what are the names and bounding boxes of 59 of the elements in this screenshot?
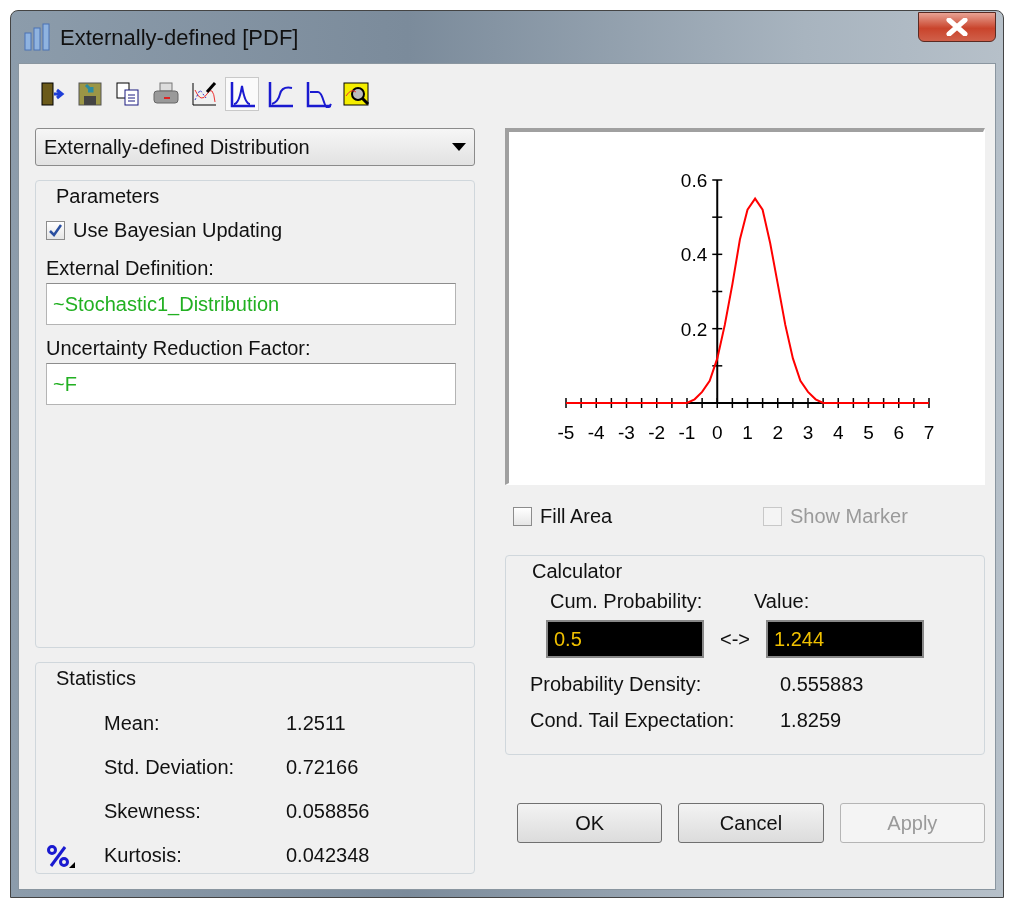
close-button[interactable] (918, 12, 996, 42)
tick-label: -1 (678, 422, 696, 443)
stat-value: 0.72166 (286, 755, 359, 780)
arrow-text: <-> (720, 627, 751, 652)
distribution-dropdown[interactable]: Externally-defined Distribution (35, 128, 475, 166)
tick-label: 2 (772, 422, 784, 443)
pdf-curve-icon (228, 80, 256, 108)
stat-label: Kurtosis: (104, 843, 183, 868)
dropdown-value: Externally-defined Distribution (44, 135, 310, 160)
value-field[interactable]: 1.244 (766, 620, 925, 658)
ccdf-curve-icon (304, 80, 332, 108)
tick-label: 6 (893, 422, 905, 443)
stat-label: Mean: (104, 711, 161, 736)
stat-label: Skewness: (104, 799, 202, 824)
stat-value: 0.042348 (286, 843, 370, 868)
stat-value: 1.2511 (286, 711, 346, 736)
calc-value: 1.8259 (780, 708, 842, 733)
tick-label: 0.4 (680, 244, 708, 266)
calc-label: Cond. Tail Expectation: (530, 708, 736, 733)
tick-label: -2 (648, 422, 666, 443)
copy-icon (114, 80, 142, 108)
checkbox-label: Use Bayesian Updating (73, 218, 282, 243)
checkmark-icon (49, 223, 62, 237)
tick-label: 7 (923, 422, 935, 443)
magnifier-chart-icon (342, 80, 370, 108)
tick-label: 0 (711, 422, 723, 443)
field-label: Uncertainty Reduction Factor: (46, 336, 311, 361)
tick-label: 3 (802, 422, 814, 443)
percent-icon[interactable] (46, 844, 76, 869)
checkbox-label: Show Marker (790, 504, 908, 529)
checkbox[interactable] (46, 220, 65, 240)
tick-label: 0.2 (680, 318, 708, 340)
probability-field[interactable]: 0.5 (546, 620, 704, 658)
field-label: External Definition: (46, 256, 214, 281)
stat-label: Std. Deviation: (104, 755, 236, 780)
calc-value: 0.555883 (780, 672, 864, 697)
dialog-button[interactable]: OK (517, 803, 663, 843)
cdf-curve-icon (266, 80, 294, 108)
tick-label: 5 (863, 422, 874, 443)
dialog-button[interactable]: Cancel (678, 803, 824, 843)
checkbox[interactable] (513, 506, 532, 526)
calc-label: Probability Density: (530, 672, 703, 697)
chart-edit-icon (190, 80, 218, 108)
tick-label: 1 (742, 422, 753, 443)
tick-label: -3 (618, 422, 635, 443)
toolbar-button[interactable] (225, 77, 259, 111)
tick-label: 0.6 (680, 170, 708, 191)
stat-value: 0.058856 (286, 799, 370, 824)
tick-label: -5 (557, 422, 575, 443)
tick-label: -4 (587, 422, 605, 443)
field-label: Value: (754, 590, 810, 612)
window-title: Externally-defined [PDF] (60, 23, 299, 52)
close-icon (946, 18, 968, 36)
door-icon (38, 80, 66, 108)
tick-label: 4 (832, 422, 844, 443)
field-label: Cum. Probability: (550, 590, 703, 612)
dropdown-arrow-icon (452, 143, 466, 151)
checkbox-label: Fill Area (540, 504, 613, 529)
bar-chart-icon (24, 23, 50, 51)
